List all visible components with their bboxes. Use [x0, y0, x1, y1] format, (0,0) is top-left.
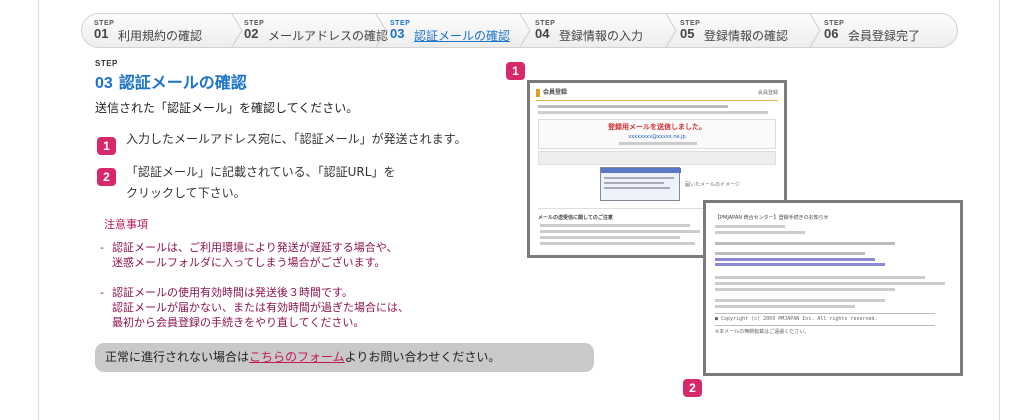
step-number: 01: [94, 26, 109, 41]
intro-text: 送信された「認証メール」を確認してください。: [95, 101, 359, 115]
chevron-right-icon: [665, 14, 677, 47]
help-title: メールの送受信に関してのご注意: [538, 215, 613, 221]
instruction-line: クリックして下さい。: [126, 186, 246, 200]
notice-line: 認証メールの使用有効時間は発送後３時間です。: [112, 286, 353, 299]
contact-bar: 正常に進行されない場合はこちらのフォームよりお問い合わせください。: [95, 343, 594, 372]
contact-form-link[interactable]: こちらのフォーム: [249, 350, 345, 364]
text-placeholder: [715, 252, 865, 255]
step-progress-bar: STEP 01 利用規約の確認 STEP 02 メールアドレスの確認 STEP …: [81, 13, 958, 48]
link-placeholder: [715, 263, 885, 266]
text-placeholder: [540, 224, 690, 227]
text-placeholder: [715, 231, 805, 234]
chevron-right-icon: [809, 14, 821, 47]
screenshot-badge-1: 1: [506, 62, 525, 80]
window-titlebar: [601, 168, 681, 173]
section-number: 03: [95, 75, 113, 92]
instruction-line: 入力したメールアドレス宛に、「認証メール」が発送されます。: [126, 132, 467, 146]
email-footer: ※本メールの無断転載はご遠慮ください。: [715, 329, 810, 335]
contact-suffix: よりお問い合わせください。: [344, 350, 501, 364]
page-title: 03 認証メールの確認: [95, 69, 247, 93]
notice-line: 認証メールは、ご利用環境により発送が遅延する場合や、: [112, 241, 398, 254]
contact-prefix: 正常に進行されない場合は: [105, 350, 250, 364]
sent-box: 登録用メールを送信しました。 xxxxxxxx@xxxxx.ne.jp: [538, 119, 776, 149]
sent-title: 登録用メールを送信しました。: [608, 123, 706, 131]
divider: [715, 325, 935, 326]
mail-caption: 届いたメールのイメージ: [685, 182, 740, 188]
header-bar-icon: [536, 89, 540, 97]
step-5: STEP 05 登録情報の確認: [680, 14, 820, 47]
text-placeholder: [715, 242, 895, 245]
screenshot-badge-2: 2: [683, 379, 702, 397]
text-placeholder: [538, 105, 728, 108]
notice-dash: -: [100, 286, 104, 299]
step-text: 会員登録完了: [848, 29, 921, 43]
text-placeholder: [540, 236, 680, 239]
shot1-header-right: 会員登録: [757, 90, 778, 96]
step-number: 02: [244, 26, 259, 41]
text-placeholder: [715, 276, 925, 279]
divider: [715, 313, 935, 314]
text-placeholder: [715, 225, 785, 228]
instruction-line: 「認証メール」に記載されている、「認証URL」を: [126, 165, 396, 179]
text-placeholder: [715, 288, 895, 291]
notice-line: 認証メールが届かない、または有効時間が過ぎた場合には、: [112, 301, 409, 314]
text-placeholder: [540, 230, 700, 233]
instruction-item-2: 「認証メール」に記載されている、「認証URL」を クリックして下さい。: [126, 162, 395, 204]
instruction-item-1: 入力したメールアドレス宛に、「認証メール」が発送されます。: [126, 129, 466, 150]
chevron-right-icon: [519, 14, 531, 47]
text-placeholder: [715, 305, 855, 308]
text-placeholder: [619, 142, 697, 145]
section-step-label: STEP: [95, 59, 118, 68]
shot1-header: 会員登録: [543, 89, 568, 96]
email-subject: 【PMJAPAN 統合センター】登録手続きのお知らせ: [715, 215, 829, 221]
step-6: STEP 06 会員登録完了: [824, 14, 954, 47]
step-2: STEP 02 メールアドレスの確認: [244, 14, 388, 47]
text-placeholder: [604, 182, 664, 184]
step-number: 05: [680, 26, 695, 41]
email-copyright: ■ Copyright (c) 2009 PMJAPAN Inc. All ri…: [715, 316, 878, 322]
notice-block-1: - 認証メールは、ご利用環境により発送が遅延する場合や、 迷惑メールフォルダに入っ…: [100, 240, 397, 270]
step-badge-2: 2: [97, 168, 116, 186]
text-placeholder: [604, 187, 670, 189]
text-placeholder: [715, 299, 885, 302]
step-text: 登録情報の確認: [704, 29, 789, 43]
step-1: STEP 01 利用規約の確認: [94, 14, 234, 47]
step-text: 登録情報の入力: [559, 29, 644, 43]
notice-line: 迷惑メールフォルダに入ってしまう場合がございます。: [112, 256, 386, 269]
text-placeholder: [604, 177, 674, 179]
step-number: 04: [535, 26, 550, 41]
notice-dash: -: [100, 241, 104, 254]
step-badge-1: 1: [97, 137, 116, 155]
step-text: 認証メールの確認: [414, 29, 511, 43]
step-4: STEP 04 登録情報の入力: [535, 14, 675, 47]
step-text: メールアドレスの確認: [268, 29, 389, 43]
divider: [536, 100, 778, 101]
step-number: 03: [390, 26, 405, 41]
notice-heading: 注意事項: [104, 218, 148, 231]
screenshot-email: 【PMJAPAN 統合センター】登録手続きのお知らせ ■ Copyright (…: [703, 200, 963, 376]
section-title: 認証メールの確認: [118, 73, 247, 92]
text-placeholder: [715, 282, 945, 285]
step-text: 利用規約の確認: [118, 29, 203, 43]
link-placeholder: [715, 258, 875, 261]
step-number: 06: [824, 26, 839, 41]
text-placeholder: [538, 111, 768, 114]
sent-email: xxxxxxxx@xxxxx.ne.jp: [628, 134, 686, 140]
mail-window-image: [600, 167, 681, 201]
info-box: [538, 151, 776, 165]
chevron-right-icon: [375, 14, 387, 47]
text-placeholder: [540, 242, 695, 245]
step-3-current[interactable]: STEP 03 認証メールの確認: [390, 14, 530, 47]
chevron-right-icon: [231, 14, 243, 47]
notice-line: 最初から会員登録の手続きをやり直してください。: [112, 316, 365, 329]
notice-block-2: - 認証メールの使用有効時間は発送後３時間です。 認証メールが届かない、または有効…: [100, 285, 409, 330]
